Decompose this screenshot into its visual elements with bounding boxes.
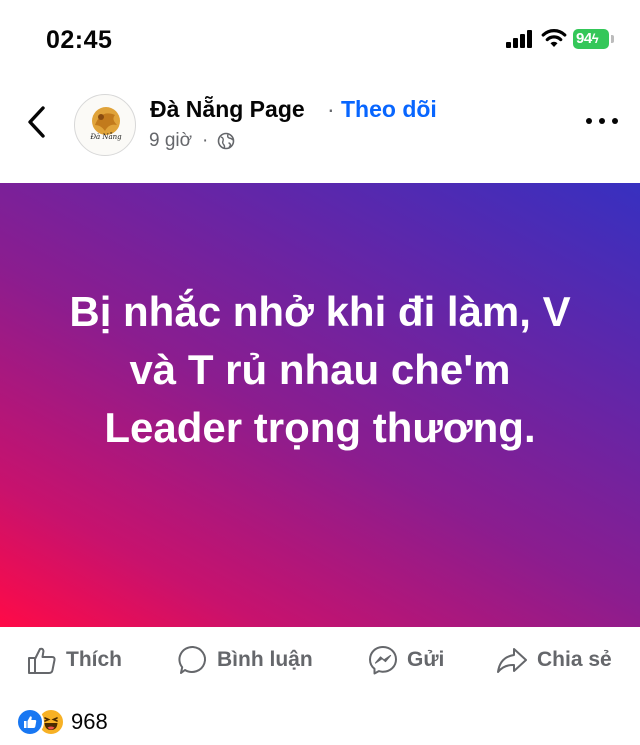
like-button[interactable]: Thích bbox=[26, 642, 122, 678]
status-time: 02:45 bbox=[46, 26, 113, 54]
page-logo-icon: Đà Nẵng bbox=[89, 107, 122, 141]
share-button[interactable]: Chia sẻ bbox=[495, 642, 612, 678]
page-avatar[interactable]: Đà Nẵng bbox=[74, 94, 136, 156]
post-text: Bị nhắc nhở khi đi làm, V và T rủ nhau c… bbox=[69, 288, 571, 451]
post-time[interactable]: 9 giờ bbox=[149, 130, 192, 152]
comment-button[interactable]: Bình luận bbox=[177, 642, 313, 678]
battery-percent: 94 bbox=[576, 30, 592, 47]
share-arrow-icon bbox=[497, 648, 527, 673]
status-bar: 02:45 94ϟ bbox=[0, 0, 640, 80]
meta-separator: · bbox=[202, 130, 209, 151]
name-separator: · bbox=[327, 96, 335, 122]
reaction-count: 968 bbox=[71, 709, 108, 734]
post-actions-bar: Thích Bình luận Gửi Chia sẻ bbox=[0, 632, 640, 688]
post-text-background: Bị nhắc nhở khi đi làm, V và T rủ nhau c… bbox=[0, 183, 640, 627]
charging-icon: ϟ bbox=[591, 31, 599, 46]
more-options-icon[interactable] bbox=[586, 118, 620, 128]
reaction-summary[interactable]: 968 bbox=[16, 707, 108, 737]
wifi-icon bbox=[541, 29, 567, 47]
battery-tip bbox=[611, 35, 614, 43]
battery-level: 94ϟ bbox=[573, 29, 609, 49]
globe-icon bbox=[217, 132, 235, 150]
follow-button[interactable]: Theo dõi bbox=[341, 96, 437, 123]
share-label: Chia sẻ bbox=[537, 648, 612, 671]
send-button[interactable]: Gửi bbox=[367, 642, 444, 678]
messenger-icon bbox=[369, 646, 397, 675]
send-label: Gửi bbox=[407, 648, 445, 671]
cellular-signal-icon bbox=[506, 30, 536, 48]
avatar-logo-text: Đà Nẵng bbox=[89, 132, 122, 141]
page-name[interactable]: Đà Nẵng Page bbox=[150, 96, 305, 123]
like-label: Thích bbox=[66, 648, 122, 671]
thumbs-up-icon bbox=[28, 647, 56, 674]
post-header: Đà Nẵng Đà Nẵng Page · Theo dõi 9 giờ · bbox=[0, 82, 640, 182]
comment-label: Bình luận bbox=[217, 648, 313, 671]
like-reaction-icon bbox=[16, 708, 44, 736]
comment-bubble-icon bbox=[178, 645, 206, 674]
back-chevron-icon[interactable] bbox=[24, 104, 50, 140]
